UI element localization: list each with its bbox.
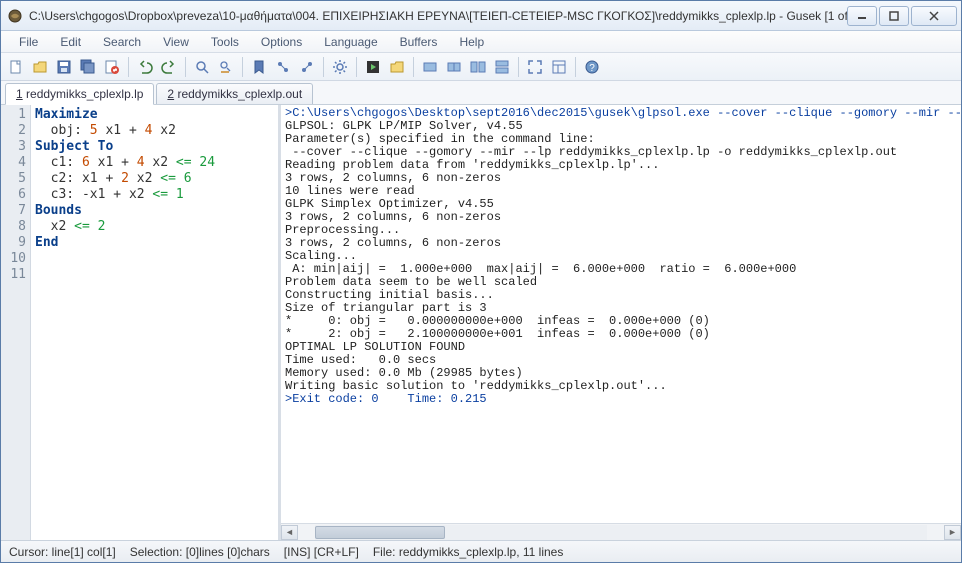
window-title: C:\Users\chgogos\Dropbox\preveza\10-μαθή… bbox=[29, 9, 847, 23]
scroll-thumb[interactable] bbox=[315, 526, 445, 539]
menu-view[interactable]: View bbox=[153, 33, 199, 51]
horizontal-scrollbar[interactable]: ◄ ► bbox=[281, 523, 961, 540]
open-folder-icon[interactable] bbox=[386, 56, 408, 78]
tab-lp-file[interactable]: 1 reddymikks_cplexlp.lp bbox=[5, 83, 154, 105]
status-mode: [INS] [CR+LF] bbox=[284, 545, 359, 559]
status-selection: Selection: [0]lines [0]chars bbox=[130, 545, 270, 559]
menu-edit[interactable]: Edit bbox=[50, 33, 91, 51]
line-number: 6 bbox=[1, 187, 26, 203]
find-replace-icon[interactable] bbox=[215, 56, 237, 78]
line-number: 1 bbox=[1, 107, 26, 123]
run-icon[interactable] bbox=[362, 56, 384, 78]
line-number: 3 bbox=[1, 139, 26, 155]
maximize-button[interactable] bbox=[879, 6, 909, 26]
app-icon bbox=[7, 8, 23, 24]
close-button[interactable] bbox=[911, 6, 957, 26]
editor-pane: 1 2 3 4 5 6 7 8 9 10 11 Maximize obj: 5 … bbox=[1, 105, 281, 540]
scroll-left-icon[interactable]: ◄ bbox=[281, 525, 298, 540]
menu-buffers[interactable]: Buffers bbox=[390, 33, 448, 51]
code-editor[interactable]: Maximize obj: 5 x1 + 4 x2 Subject To c1:… bbox=[31, 105, 278, 540]
save-all-icon[interactable] bbox=[77, 56, 99, 78]
menu-search[interactable]: Search bbox=[93, 33, 151, 51]
new-file-icon[interactable] bbox=[5, 56, 27, 78]
toggle-bookmark-icon[interactable] bbox=[248, 56, 270, 78]
open-file-icon[interactable] bbox=[29, 56, 51, 78]
help-icon[interactable]: ? bbox=[581, 56, 603, 78]
scroll-track[interactable] bbox=[315, 525, 927, 540]
menu-file[interactable]: File bbox=[9, 33, 48, 51]
scroll-right-icon[interactable]: ► bbox=[944, 525, 961, 540]
line-number: 4 bbox=[1, 155, 26, 171]
status-file: File: reddymikks_cplexlp.lp, 11 lines bbox=[373, 545, 564, 559]
line-number: 10 bbox=[1, 251, 26, 267]
separator bbox=[128, 57, 129, 77]
menu-help[interactable]: Help bbox=[449, 33, 494, 51]
line-number: 8 bbox=[1, 219, 26, 235]
split-view: 1 2 3 4 5 6 7 8 9 10 11 Maximize obj: 5 … bbox=[1, 105, 961, 540]
menu-bar: File Edit Search View Tools Options Lang… bbox=[1, 31, 961, 53]
separator bbox=[356, 57, 357, 77]
line-number: 2 bbox=[1, 123, 26, 139]
toolbar: ? bbox=[1, 53, 961, 81]
save-icon[interactable] bbox=[53, 56, 75, 78]
separator bbox=[518, 57, 519, 77]
settings-icon[interactable] bbox=[329, 56, 351, 78]
undo-icon[interactable] bbox=[134, 56, 156, 78]
box-stack-icon[interactable] bbox=[491, 56, 513, 78]
layout-icon[interactable] bbox=[548, 56, 570, 78]
status-cursor: Cursor: line[1] col[1] bbox=[9, 545, 116, 559]
redo-icon[interactable] bbox=[158, 56, 180, 78]
next-bookmark-icon[interactable] bbox=[272, 56, 294, 78]
tab-bar: 1 reddymikks_cplexlp.lp 2 reddymikks_cpl… bbox=[1, 81, 961, 105]
tab-out-file[interactable]: 2 reddymikks_cplexlp.out bbox=[156, 83, 313, 104]
title-bar[interactable]: C:\Users\chgogos\Dropbox\preveza\10-μαθή… bbox=[1, 1, 961, 31]
close-file-icon[interactable] bbox=[101, 56, 123, 78]
line-gutter: 1 2 3 4 5 6 7 8 9 10 11 bbox=[1, 105, 31, 540]
window-controls bbox=[847, 6, 957, 26]
box-split-icon[interactable] bbox=[443, 56, 465, 78]
tab-hotkey: 2 bbox=[167, 87, 174, 101]
app-window: C:\Users\chgogos\Dropbox\preveza\10-μαθή… bbox=[0, 0, 962, 563]
status-bar: Cursor: line[1] col[1] Selection: [0]lin… bbox=[1, 540, 961, 562]
line-number: 11 bbox=[1, 267, 26, 283]
menu-tools[interactable]: Tools bbox=[201, 33, 249, 51]
svg-text:?: ? bbox=[589, 63, 595, 74]
menu-options[interactable]: Options bbox=[251, 33, 312, 51]
line-number: 7 bbox=[1, 203, 26, 219]
line-number: 9 bbox=[1, 235, 26, 251]
separator bbox=[413, 57, 414, 77]
separator bbox=[242, 57, 243, 77]
box-dual-icon[interactable] bbox=[467, 56, 489, 78]
find-icon[interactable] bbox=[191, 56, 213, 78]
clear-bookmarks-icon[interactable] bbox=[296, 56, 318, 78]
fullscreen-icon[interactable] bbox=[524, 56, 546, 78]
separator bbox=[185, 57, 186, 77]
box-blue-icon[interactable] bbox=[419, 56, 441, 78]
menu-language[interactable]: Language bbox=[314, 33, 387, 51]
separator bbox=[575, 57, 576, 77]
tab-label: reddymikks_cplexlp.out bbox=[177, 87, 302, 101]
output-pane: >C:\Users\chgogos\Desktop\sept2016\dec20… bbox=[281, 105, 961, 540]
minimize-button[interactable] bbox=[847, 6, 877, 26]
output-console[interactable]: >C:\Users\chgogos\Desktop\sept2016\dec20… bbox=[281, 105, 961, 523]
separator bbox=[323, 57, 324, 77]
line-number: 5 bbox=[1, 171, 26, 187]
tab-hotkey: 1 bbox=[16, 87, 23, 101]
tab-label: reddymikks_cplexlp.lp bbox=[26, 87, 143, 101]
